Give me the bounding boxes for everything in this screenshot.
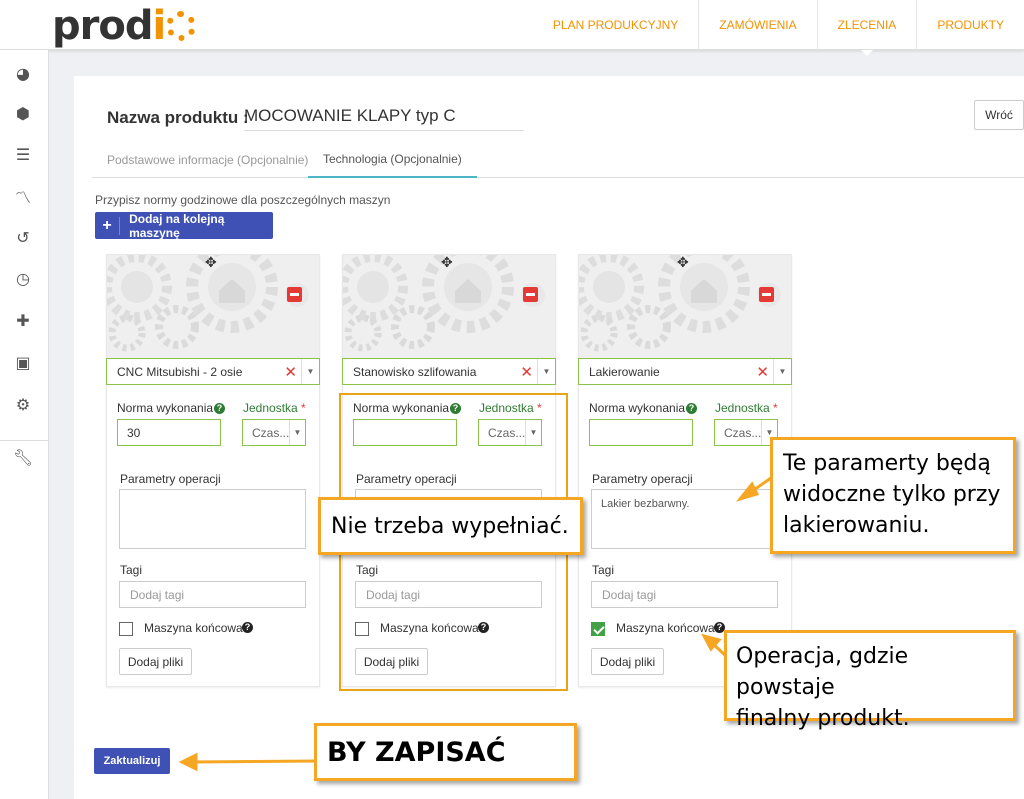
chevron-down-icon[interactable]: ▼ (301, 359, 319, 384)
params-textarea[interactable]: Lakier bezbarwny. (591, 489, 778, 549)
machine-select[interactable]: CNC Mitsubishi - 2 osie ✕ ▼ (106, 358, 320, 385)
top-bar: prodi PLAN PRODUKCYJNY ZAMÓWIENIA ZLECEN… (0, 0, 1024, 56)
final-machine-checkbox[interactable] (591, 622, 605, 636)
product-name-label: Nazwa produktu : (107, 108, 249, 127)
remove-machine-button[interactable] (759, 287, 774, 302)
remove-machine-button[interactable] (287, 287, 302, 302)
briefcase-icon[interactable]: ▣ (12, 351, 34, 373)
chevron-down-icon[interactable]: ▼ (537, 359, 555, 384)
machine-card: ✥ CNC Mitsubishi - 2 osie ✕ ▼ Norma wyko… (106, 254, 320, 687)
machine-select-value: Stanowisko szlifowania (353, 364, 477, 379)
add-machine-button[interactable]: + Dodaj na kolejną maszynę (95, 211, 273, 240)
nav-zamowienia[interactable]: ZAMÓWIENIA (698, 0, 816, 50)
unit-select[interactable]: Czas... ▼ (242, 419, 306, 446)
nav-produkty[interactable]: PRODUKTY (916, 0, 1024, 50)
norm-input[interactable]: 30 (117, 419, 221, 446)
add-machine-label: Dodaj na kolejną maszynę (129, 211, 225, 240)
callout-line: finalny produkt. (736, 706, 910, 731)
sidebar-divider (0, 440, 49, 441)
unit-select[interactable]: Czas... ▼ (714, 419, 778, 446)
callout-line: widoczne tylko przy (783, 482, 1001, 507)
move-icon[interactable]: ✥ (441, 255, 453, 271)
plus-icon: + (95, 216, 121, 235)
callout-final-note: Operacja, gdzie powstaje finalny produkt… (724, 630, 1016, 731)
machine-select-value: Lakierowanie (589, 364, 660, 379)
machine-card: ✥ Lakierowanie ✕ ▼ Norma wykonania? Jedn… (578, 254, 792, 687)
chevron-down-icon: ▼ (289, 420, 305, 445)
add-files-button[interactable]: Dodaj pliki (591, 648, 664, 675)
tab-technology[interactable]: Technologia (Opcjonalnie) (308, 142, 477, 178)
wrench-icon[interactable]: 🔧︎ (12, 446, 34, 468)
main-nav: PLAN PRODUKCYJNY ZAMÓWIENIA ZLECENIA PRO… (533, 0, 1024, 56)
callout-save-note: BY ZAPISAĆ (314, 723, 577, 781)
remove-machine-button[interactable] (523, 287, 538, 302)
norm-label: Norma wykonania? (117, 401, 226, 415)
nav-plan-produkcyjny[interactable]: PLAN PRODUKCYJNY (533, 0, 698, 50)
logo-letter: i (152, 3, 166, 49)
cubes-icon[interactable]: ⬢ (12, 102, 34, 124)
help-icon[interactable]: ? (686, 403, 698, 414)
params-textarea[interactable] (119, 489, 306, 549)
clear-icon[interactable]: ✕ (756, 363, 769, 381)
machine-select[interactable]: Lakierowanie ✕ ▼ (578, 358, 792, 385)
tags-input[interactable]: Dodaj tagi (591, 581, 778, 608)
help-icon[interactable]: ? (214, 403, 226, 414)
product-name-field[interactable]: MOCOWANIE KLAPY typ C (244, 106, 524, 131)
callout-optional-note: Nie trzeba wypełniać. (318, 497, 583, 555)
help-icon[interactable]: ? (242, 622, 253, 633)
params-label: Parametry operacji (592, 472, 693, 486)
callout-line: Te paramerty będą (783, 451, 991, 476)
update-button[interactable]: Zaktualizuj (94, 748, 170, 774)
norm-label: Norma wykonania? (589, 401, 698, 415)
clock-icon[interactable]: ◷ (12, 267, 34, 289)
technology-hint: Przypisz normy godzinowe dla poszczególn… (95, 193, 391, 207)
add-files-button[interactable]: Dodaj pliki (119, 648, 192, 675)
logo-gear-icon (166, 11, 197, 41)
move-icon[interactable]: ✥ (677, 255, 689, 271)
clear-icon[interactable]: ✕ (284, 363, 297, 381)
clear-icon[interactable]: ✕ (520, 363, 533, 381)
params-label: Parametry operacji (120, 472, 221, 486)
callout-line: lakierowaniu. (783, 513, 930, 538)
nav-zlecenia[interactable]: ZLECENIA (816, 0, 917, 56)
puzzle-icon[interactable]: ✚ (12, 309, 34, 331)
norm-input[interactable] (589, 419, 693, 446)
machine-select[interactable]: Stanowisko szlifowania ✕ ▼ (342, 358, 556, 385)
tags-input[interactable]: Dodaj tagi (119, 581, 306, 608)
logo-text: prod (52, 3, 153, 49)
machine-select-value: CNC Mitsubishi - 2 osie (117, 364, 243, 379)
back-button[interactable]: Wróć (974, 100, 1024, 130)
prodio-logo[interactable]: prodi (52, 3, 197, 49)
unit-label: Jednostka * (715, 401, 778, 415)
callout-params-note: Te paramerty będą widoczne tylko przy la… (770, 437, 1016, 554)
final-machine-label: Maszyna końcowa (616, 621, 715, 635)
sidebar: ◕ ⬢ ☰ 〽 ↺ ◷ ✚ ▣ ⚙ 🔧︎ (0, 50, 49, 799)
history-icon[interactable]: ↺ (12, 226, 34, 248)
unit-label: Jednostka * (243, 401, 306, 415)
list-icon[interactable]: ☰ (12, 143, 34, 165)
tags-label: Tagi (120, 563, 143, 577)
tab-basic-info[interactable]: Podstawowe informacje (Opcjonalnie) (92, 142, 323, 178)
dashboard-icon[interactable]: ◕ (12, 62, 34, 84)
move-icon[interactable]: ✥ (205, 255, 217, 271)
final-machine-label: Maszyna końcowa (144, 621, 243, 635)
product-tabs: Podstawowe informacje (Opcjonalnie) Tech… (92, 142, 1024, 178)
gears-icon[interactable]: ⚙ (12, 393, 34, 415)
final-machine-checkbox[interactable] (119, 622, 133, 636)
chart-icon[interactable]: 〽 (12, 185, 34, 207)
tags-label: Tagi (592, 563, 615, 577)
chevron-down-icon[interactable]: ▼ (773, 359, 791, 384)
callout-line: Operacja, gdzie powstaje (736, 644, 909, 700)
